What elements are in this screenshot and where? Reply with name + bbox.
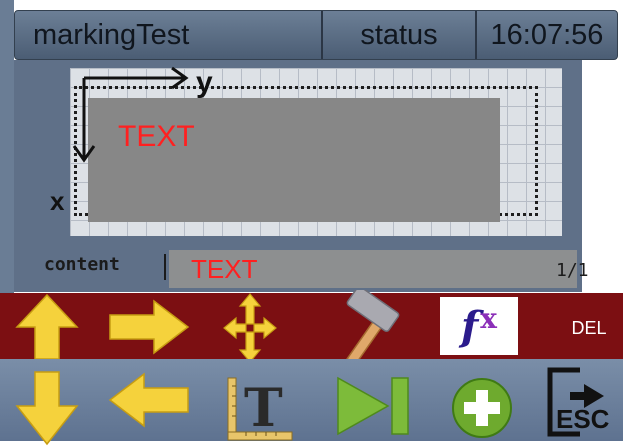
arrow-down-icon[interactable] [14,370,80,446]
exit-icon[interactable]: ESC [544,364,620,440]
status-text: status [323,11,477,59]
arrow-right-icon[interactable] [106,297,192,357]
axes-icon [72,66,189,163]
content-row: content TEXT 1/1 [14,248,589,292]
content-field[interactable]: TEXT [169,250,577,288]
arrow-left-icon[interactable] [106,370,192,430]
hammer-icon[interactable] [330,290,406,366]
function-x: x [480,301,497,335]
delete-button[interactable]: DEL [556,308,622,348]
move-icon[interactable] [222,292,278,364]
svg-text:ESC: ESC [556,404,610,434]
divider [164,254,166,280]
app-name: markingTest [15,11,323,59]
page-indicator: 1/1 [556,260,589,281]
toolbar-top [0,293,623,359]
content-label: content [44,254,120,275]
svg-text:T: T [244,378,283,439]
toolbar-bottom [0,359,623,441]
text-tool-icon[interactable]: T [226,372,294,442]
axis-y-label: y [196,66,213,99]
left-frame [0,0,14,293]
marking-screen: markingTest status 16:07:56 TEXT y x con… [0,0,623,446]
function-icon[interactable]: f x [440,297,518,355]
title-bar: markingTest status 16:07:56 [14,10,618,60]
axis-x-label: x [50,186,65,216]
add-icon[interactable] [450,376,514,440]
play-next-icon[interactable] [334,372,414,440]
clock: 16:07:56 [490,18,604,51]
arrow-up-icon[interactable] [14,293,80,359]
